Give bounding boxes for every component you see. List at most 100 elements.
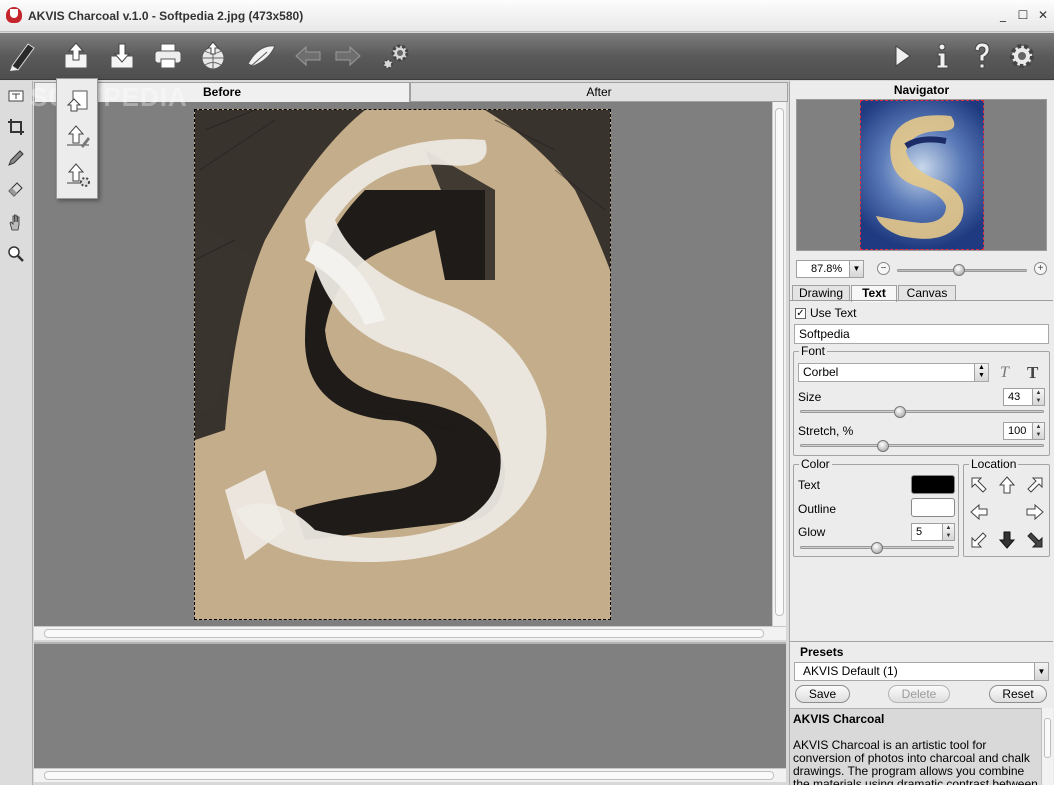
navigator-viewport[interactable] — [860, 100, 984, 250]
tab-after[interactable]: After — [410, 82, 788, 102]
preview-panel — [34, 642, 786, 768]
undo-button[interactable] — [290, 38, 326, 74]
menu-item-open-edit[interactable] — [62, 121, 94, 153]
print-icon — [154, 43, 182, 69]
logo-brush-icon — [4, 38, 40, 74]
image-canvas[interactable] — [34, 102, 772, 626]
zoom-value: 87.8% — [811, 263, 843, 275]
share-icon — [201, 41, 225, 70]
text-input[interactable]: Softpedia — [794, 324, 1049, 344]
feather-button[interactable] — [243, 38, 279, 74]
canvas-horizontal-scrollbar[interactable] — [34, 626, 786, 640]
delete-preset-button[interactable]: Delete — [888, 685, 950, 703]
size-input[interactable]: 43 ▲ ▼ — [1003, 388, 1045, 406]
glow-slider-knob[interactable] — [871, 542, 883, 554]
chevron-down-icon: ▼ — [1034, 663, 1048, 680]
menu-item-open-image[interactable] — [62, 83, 94, 115]
share-button[interactable] — [195, 38, 231, 74]
settings-button[interactable] — [1004, 38, 1040, 74]
hand-tool[interactable] — [4, 210, 28, 234]
size-slider[interactable] — [800, 410, 1044, 413]
scrollbar-thumb[interactable] — [775, 108, 784, 616]
outline-color-swatch[interactable] — [911, 498, 955, 517]
spin-updown-icon[interactable]: ▲ ▼ — [1032, 423, 1044, 439]
use-text-checkbox[interactable]: ✓ — [795, 308, 806, 319]
preferences-button[interactable] — [378, 38, 414, 74]
location-top[interactable] — [996, 474, 1018, 496]
location-bottom-left[interactable] — [968, 529, 990, 551]
arrow-up-left-icon — [971, 477, 987, 493]
tab-drawing[interactable]: Drawing — [792, 285, 850, 301]
zoom-slider-knob[interactable] — [953, 264, 966, 276]
location-bottom-right[interactable] — [1024, 529, 1046, 551]
reset-preset-button[interactable]: Reset — [989, 685, 1047, 703]
text-color-swatch[interactable] — [911, 475, 955, 494]
print-button[interactable] — [150, 38, 186, 74]
canvas-vertical-scrollbar[interactable] — [772, 102, 786, 626]
location-top-right[interactable] — [1024, 474, 1046, 496]
text-tool[interactable] — [4, 84, 28, 108]
zoom-select[interactable]: 87.8% ▼ — [796, 260, 864, 278]
navigator-preview[interactable] — [796, 99, 1047, 251]
arrow-left-icon — [970, 503, 988, 521]
upload-button[interactable] — [58, 38, 94, 74]
help-panel: AKVIS Charcoal AKVIS Charcoal is an arti… — [790, 708, 1041, 785]
charcoal-image — [194, 109, 611, 620]
info-button[interactable] — [924, 38, 960, 74]
settings-panel: Navigator 87.8% ▼ − + Drawing Text Canva… — [789, 81, 1054, 785]
minimize-button[interactable]: _ — [996, 8, 1010, 22]
maximize-button[interactable]: ☐ — [1016, 8, 1030, 22]
run-icon — [895, 45, 911, 67]
glow-label: Glow — [798, 525, 826, 539]
stretch-slider[interactable] — [800, 444, 1044, 447]
scrollbar-thumb[interactable] — [1044, 718, 1051, 758]
save-preset-button[interactable]: Save — [795, 685, 850, 703]
redo-button[interactable] — [330, 38, 366, 74]
eraser-icon — [8, 182, 23, 197]
location-right[interactable] — [1024, 501, 1046, 523]
spin-updown-icon[interactable]: ▲ ▼ — [1032, 389, 1044, 405]
glow-input[interactable]: 5 ▲ ▼ — [911, 523, 955, 541]
preview-horizontal-scrollbar[interactable] — [34, 768, 786, 782]
size-slider-knob[interactable] — [894, 406, 906, 418]
spin-updown-icon[interactable]: ▲ ▼ — [942, 524, 954, 540]
pencil-tool[interactable] — [4, 146, 28, 170]
tab-canvas[interactable]: Canvas — [898, 285, 956, 301]
updown-icon: ▲ ▼ — [974, 364, 988, 381]
run-button[interactable] — [884, 38, 920, 74]
help-scrollbar[interactable] — [1041, 708, 1053, 785]
save-image-button[interactable] — [104, 38, 140, 74]
upload-gear-icon — [67, 163, 90, 187]
zoom-in-button[interactable]: + — [1034, 262, 1047, 275]
arrow-down-right-icon — [1027, 532, 1043, 548]
stretch-input[interactable]: 100 ▲ ▼ — [1003, 422, 1045, 440]
location-left[interactable] — [968, 501, 990, 523]
upload-icon — [64, 42, 88, 69]
help-body: AKVIS Charcoal is an artistic tool for c… — [793, 738, 1038, 785]
menu-item-open-settings[interactable] — [62, 159, 94, 191]
eraser-tool[interactable] — [4, 176, 28, 200]
use-text-label: Use Text — [810, 306, 857, 320]
location-top-left[interactable] — [968, 474, 990, 496]
feather-icon — [247, 45, 276, 69]
font-select[interactable]: Corbel ▲ ▼ — [798, 363, 989, 382]
crop-tool[interactable] — [4, 115, 28, 139]
app-logo-icon — [6, 7, 22, 23]
bold-button[interactable]: T — [1027, 363, 1038, 383]
font-value: Corbel — [803, 365, 839, 379]
help-button[interactable] — [964, 38, 1000, 74]
close-button[interactable]: ✕ — [1036, 8, 1050, 22]
presets-select[interactable]: AKVIS Default (1) ▼ — [794, 662, 1049, 681]
scrollbar-thumb[interactable] — [44, 629, 764, 638]
italic-button[interactable]: T — [1000, 364, 1009, 382]
zoom-out-button[interactable]: − — [877, 262, 890, 275]
stretch-slider-knob[interactable] — [877, 440, 889, 452]
location-bottom[interactable] — [996, 529, 1018, 551]
tab-divider — [790, 300, 1053, 301]
undo-arrow-icon — [295, 45, 321, 67]
stretch-value: 100 — [1008, 425, 1027, 437]
arrow-right-icon — [1026, 503, 1044, 521]
zoom-tool[interactable] — [4, 242, 28, 266]
scrollbar-thumb[interactable] — [44, 771, 774, 780]
chevron-down-icon: ▼ — [849, 261, 863, 277]
